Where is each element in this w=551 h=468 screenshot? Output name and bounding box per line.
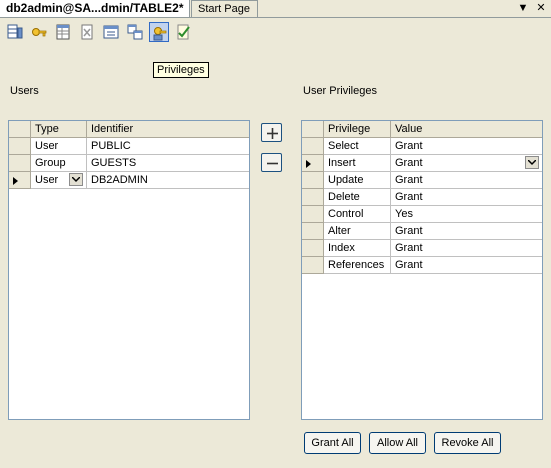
privilege-name-cell[interactable]: Insert: [324, 155, 391, 172]
row-header[interactable]: [9, 155, 31, 172]
user-type-cell[interactable]: User: [31, 138, 87, 155]
minus-icon: [267, 162, 278, 165]
privilege-value: Grant: [395, 157, 423, 169]
privileges-icon[interactable]: [149, 22, 169, 42]
value-dropdown-button[interactable]: [525, 156, 539, 169]
user-type-value: User: [35, 174, 59, 186]
users-grid[interactable]: Type Identifier User PUBLIC Group GUESTS…: [8, 120, 250, 420]
close-icon[interactable]: ✕: [534, 1, 548, 15]
privilege-value-cell[interactable]: Grant: [391, 223, 542, 240]
current-row-arrow-icon: [13, 177, 18, 185]
column-header-type[interactable]: Type: [31, 121, 87, 138]
privilege-value-cell[interactable]: Grant: [391, 257, 542, 274]
row-header[interactable]: [302, 257, 324, 274]
privilege-name-cell[interactable]: Index: [324, 240, 391, 257]
user-type-cell[interactable]: User: [31, 172, 87, 189]
user-identifier-cell[interactable]: PUBLIC: [87, 138, 249, 155]
privilege-value-cell[interactable]: Yes: [391, 206, 542, 223]
tooltip: Privileges: [153, 62, 209, 78]
document-tab-strip: db2admin@SA...dmin/TABLE2* Start Page ▼ …: [0, 0, 551, 18]
row-header[interactable]: [9, 138, 31, 155]
row-header[interactable]: [302, 172, 324, 189]
type-dropdown-button[interactable]: [69, 173, 83, 186]
tab-start-page[interactable]: Start Page: [191, 0, 258, 17]
privilege-value-cell[interactable]: Grant: [391, 172, 542, 189]
grant-all-button[interactable]: Grant All: [304, 432, 361, 454]
revoke-all-button[interactable]: Revoke All: [434, 432, 501, 454]
row-header[interactable]: [302, 240, 324, 257]
row-header[interactable]: [302, 155, 324, 172]
row-header[interactable]: [302, 138, 324, 155]
check-icon[interactable]: [173, 22, 193, 42]
privilege-value-cell[interactable]: Grant: [391, 155, 542, 172]
row-header[interactable]: [302, 223, 324, 240]
privilege-value-cell[interactable]: Grant: [391, 189, 542, 206]
column-header-value[interactable]: Value: [391, 121, 542, 138]
key-icon[interactable]: [29, 22, 49, 42]
privilege-name-cell[interactable]: Update: [324, 172, 391, 189]
row-header[interactable]: [302, 206, 324, 223]
row-header[interactable]: [302, 189, 324, 206]
privilege-name-cell[interactable]: References: [324, 257, 391, 274]
privileges-grid[interactable]: Privilege Value Select Grant Insert Gran…: [301, 120, 543, 420]
tab-table2[interactable]: db2admin@SA...dmin/TABLE2*: [0, 0, 190, 17]
users-label: Users: [10, 85, 39, 97]
column-header-privilege[interactable]: Privilege: [324, 121, 391, 138]
add-user-button[interactable]: [261, 123, 282, 142]
chevron-down-icon: [528, 160, 536, 166]
index-icon[interactable]: [101, 22, 121, 42]
column-header-identifier[interactable]: Identifier: [87, 121, 249, 138]
remove-user-button[interactable]: [261, 153, 282, 172]
allow-all-button[interactable]: Allow All: [369, 432, 426, 454]
current-row-arrow-icon: [306, 160, 311, 168]
user-privileges-label: User Privileges: [303, 85, 377, 97]
row-header-corner: [9, 121, 31, 138]
plus-icon: [267, 128, 278, 139]
user-type-cell[interactable]: Group: [31, 155, 87, 172]
privilege-name-cell[interactable]: Control: [324, 206, 391, 223]
row-header-corner: [302, 121, 324, 138]
privilege-value-cell[interactable]: Grant: [391, 138, 542, 155]
privilege-name-cell[interactable]: Select: [324, 138, 391, 155]
table-properties-icon[interactable]: [53, 22, 73, 42]
chevron-down-icon: [72, 177, 80, 183]
columns-icon[interactable]: [5, 22, 25, 42]
privilege-value-cell[interactable]: Grant: [391, 240, 542, 257]
privilege-name-cell[interactable]: Delete: [324, 189, 391, 206]
toolbar: [0, 18, 551, 45]
privilege-name-cell[interactable]: Alter: [324, 223, 391, 240]
user-identifier-cell[interactable]: DB2ADMIN: [87, 172, 249, 189]
row-header[interactable]: [9, 172, 31, 189]
delete-icon[interactable]: [77, 22, 97, 42]
user-identifier-cell[interactable]: GUESTS: [87, 155, 249, 172]
relations-icon[interactable]: [125, 22, 145, 42]
tab-list-dropdown-icon[interactable]: ▼: [516, 1, 530, 15]
